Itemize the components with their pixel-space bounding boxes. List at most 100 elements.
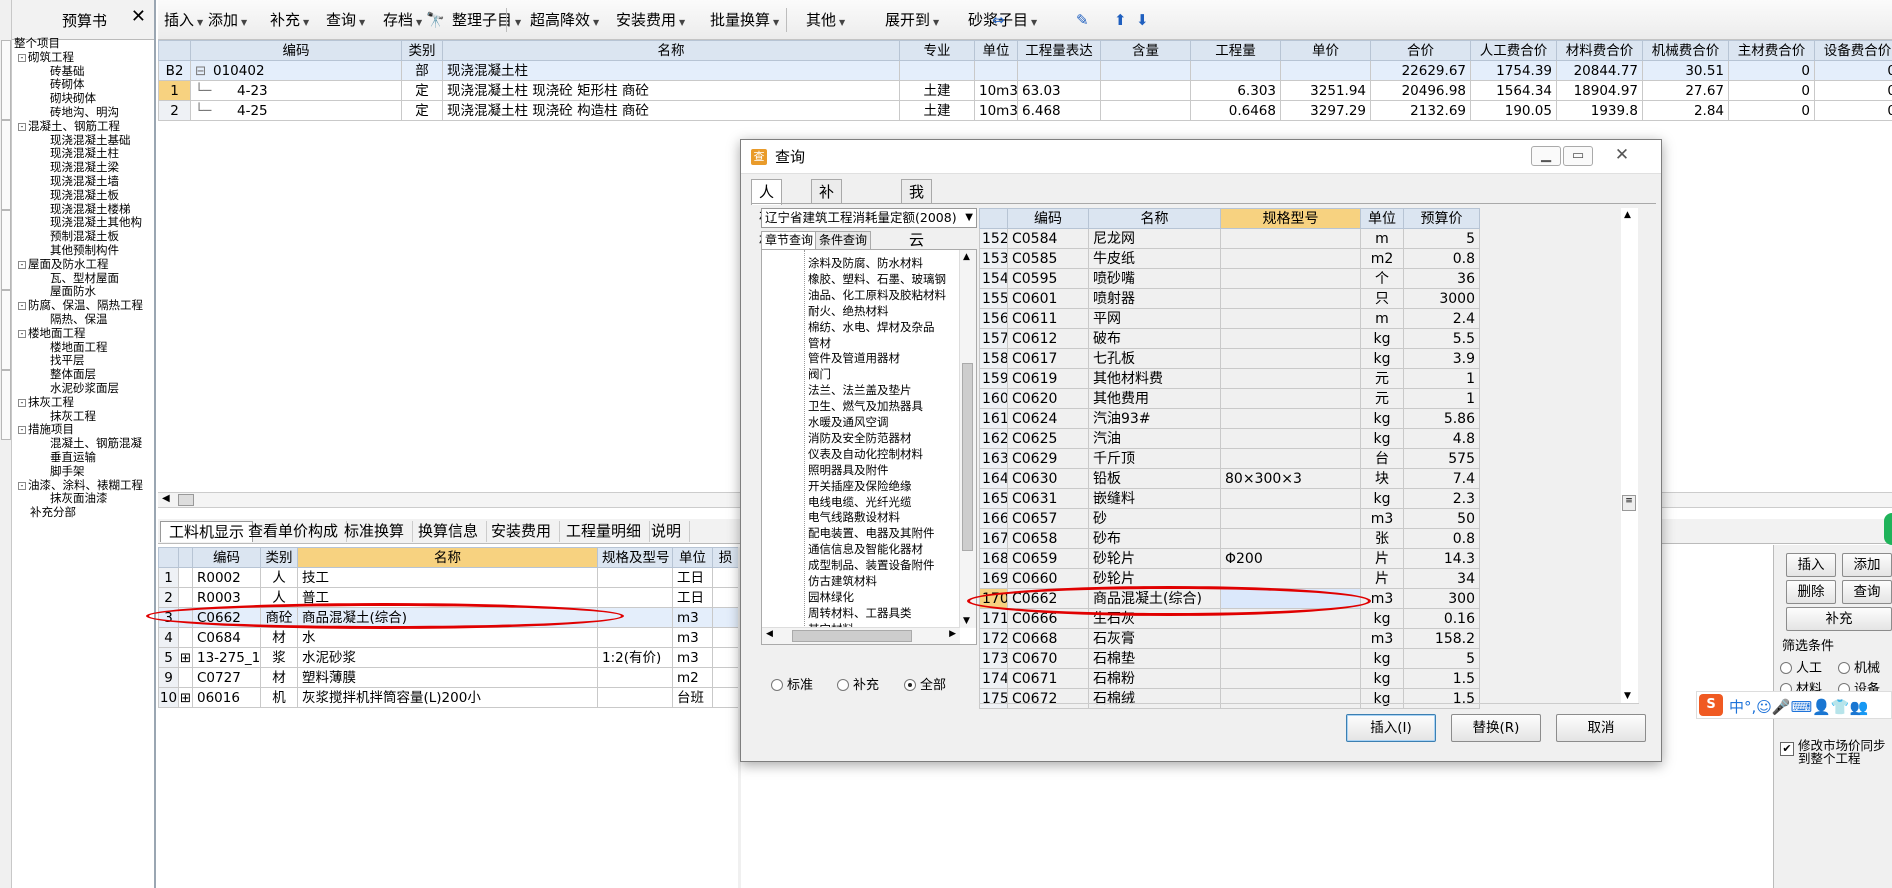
vertical-tab[interactable] bbox=[1, 370, 11, 440]
table-cell[interactable]: 土建 bbox=[899, 80, 975, 101]
cell-unit[interactable]: 片 bbox=[1360, 548, 1404, 569]
cell-name[interactable]: 喷砂嘴 bbox=[1088, 268, 1221, 289]
toolbar-button[interactable]: 插入 ▼ bbox=[164, 10, 203, 30]
cell-spec[interactable] bbox=[597, 627, 673, 648]
tree-node[interactable]: 瓦、型材屋面 bbox=[50, 271, 119, 285]
cell-spec[interactable] bbox=[1220, 488, 1361, 509]
table-row[interactable]: 164 C0630 铅板 80×300×3 块 7.4 bbox=[979, 468, 1480, 489]
chapter-item[interactable]: 橡胶、塑料、石墨、玻璃钢 bbox=[808, 272, 946, 286]
table-row[interactable]: 2 └─ 4-25 定 现浇混凝土柱 现浇砼 构造柱 商砼 土建 10m3 6.468 0.64… bbox=[158, 100, 1892, 121]
cell-unit[interactable]: m3 bbox=[672, 647, 713, 668]
cell-unit[interactable]: kg bbox=[1360, 608, 1404, 629]
vertical-tab[interactable] bbox=[1, 290, 11, 370]
table-row[interactable]: 162 C0625 汽油 kg 4.8 bbox=[979, 428, 1480, 449]
cell-unit[interactable]: kg bbox=[1360, 328, 1404, 349]
binoculars-icon[interactable]: 🔭 bbox=[426, 10, 445, 30]
row-number[interactable]: 1 bbox=[158, 80, 191, 101]
insert-dialog-button[interactable]: 插入(I) bbox=[1346, 714, 1436, 742]
tree-node[interactable]: 现浇混凝土楼梯 bbox=[50, 202, 131, 216]
cell-name[interactable]: 铅板 bbox=[1088, 468, 1221, 489]
cell-code[interactable]: C0684 bbox=[192, 627, 261, 648]
collapse-icon[interactable]: - bbox=[18, 53, 26, 62]
table-cell[interactable] bbox=[712, 667, 739, 688]
tree-node[interactable]: - 楼地面工程 bbox=[18, 326, 86, 340]
cell-unit[interactable]: kg bbox=[1360, 408, 1404, 429]
row-number[interactable]: 10 bbox=[158, 687, 179, 708]
cell-unit[interactable]: kg bbox=[1360, 648, 1404, 669]
side-float-tab[interactable] bbox=[1884, 513, 1892, 545]
cell-spec[interactable] bbox=[1220, 228, 1361, 249]
cell-unit[interactable]: m2 bbox=[672, 667, 713, 688]
table-cell[interactable] bbox=[712, 647, 739, 668]
chevron-down-icon[interactable]: ▼ bbox=[933, 18, 939, 27]
column-header[interactable]: 材料费合价 bbox=[1556, 40, 1643, 61]
table-cell[interactable] bbox=[1280, 60, 1371, 81]
cell-code[interactable]: C0620 bbox=[1007, 388, 1089, 409]
tree-node[interactable]: 混凝土、钢筋混凝 bbox=[50, 436, 142, 450]
cell-spec[interactable] bbox=[1220, 428, 1361, 449]
table-row[interactable]: 153 C0585 牛皮纸 m2 0.8 bbox=[979, 248, 1480, 269]
cell-name[interactable]: 牛皮纸 bbox=[1088, 248, 1221, 269]
cell-price[interactable]: 5.5 bbox=[1403, 328, 1480, 349]
table-row[interactable]: 154 C0595 喷砂嘴 个 36 bbox=[979, 268, 1480, 289]
cell-code[interactable]: C0631 bbox=[1007, 488, 1089, 509]
toolbar-button[interactable]: 其他 ▼ bbox=[806, 10, 845, 30]
tree-node[interactable]: 现浇混凝土柱 bbox=[50, 146, 119, 160]
row-number[interactable]: 160 bbox=[979, 388, 1008, 409]
toolbar-button[interactable]: 批量换算 ▼ bbox=[710, 10, 779, 30]
table-cell[interactable] bbox=[899, 60, 975, 81]
row-number[interactable]: 5 bbox=[158, 647, 179, 668]
replace-button[interactable]: 替换(R) bbox=[1451, 714, 1541, 742]
table-cell[interactable]: └─ 4-25 bbox=[190, 100, 402, 121]
table-row[interactable]: B2 ⊟ 010402 部 现浇混凝土柱 22629.67 1754.39 20844.77 3… bbox=[158, 60, 1892, 81]
cell-spec[interactable] bbox=[1220, 308, 1361, 329]
tree-node[interactable]: 现浇混凝土梁 bbox=[50, 160, 119, 174]
cell-type[interactable]: 浆 bbox=[260, 647, 298, 668]
delete-button[interactable]: 删除 bbox=[1786, 580, 1836, 604]
table-row[interactable]: 167 C0658 砂布 张 0.8 bbox=[979, 528, 1480, 549]
tree-node[interactable]: - 砌筑工程 bbox=[18, 50, 74, 64]
toolbar-button[interactable]: 展开到 ▼ bbox=[885, 10, 939, 30]
table-cell[interactable]: 22629.67 bbox=[1370, 60, 1471, 81]
table-cell[interactable] bbox=[712, 567, 739, 588]
table-cell[interactable]: 6.303 bbox=[1190, 80, 1281, 101]
cell-code[interactable]: R0002 bbox=[192, 567, 261, 588]
table-cell[interactable]: 27.67 bbox=[1642, 80, 1729, 101]
cell-type[interactable]: 材 bbox=[260, 667, 298, 688]
cell-name[interactable]: 平网 bbox=[1088, 308, 1221, 329]
table-cell[interactable]: 63.03 bbox=[1017, 80, 1101, 101]
cell-unit[interactable]: 片 bbox=[1360, 568, 1404, 589]
tab-4[interactable]: 安装费用 bbox=[483, 521, 561, 542]
row-number[interactable]: 154 bbox=[979, 268, 1008, 289]
cell-spec[interactable] bbox=[597, 687, 673, 708]
table-row[interactable]: 172 C0668 石灰膏 m3 158.2 bbox=[979, 628, 1480, 649]
row-number[interactable]: 156 bbox=[979, 308, 1008, 329]
column-header[interactable]: 工程量表达 bbox=[1017, 40, 1101, 61]
chapter-item[interactable]: 园林绿化 bbox=[808, 590, 854, 604]
tree-node[interactable]: 垂直运输 bbox=[50, 450, 96, 464]
radio-machine[interactable]: 机械 bbox=[1838, 657, 1880, 676]
cell-unit[interactable]: m bbox=[1360, 308, 1404, 329]
collapse-icon[interactable]: - bbox=[18, 398, 26, 407]
row-number[interactable]: 161 bbox=[979, 408, 1008, 429]
table-row[interactable]: 175 C0672 石棉绒 kg 1.5 bbox=[979, 688, 1480, 709]
cell-price[interactable]: 3000 bbox=[1403, 288, 1480, 309]
column-header[interactable]: 主材费合价 bbox=[1728, 40, 1815, 61]
cell-unit[interactable]: 台 bbox=[1360, 448, 1404, 469]
tab-2[interactable]: 标准换算 bbox=[336, 521, 414, 542]
table-cell[interactable] bbox=[712, 607, 739, 628]
chevron-down-icon[interactable]: ▼ bbox=[679, 18, 685, 27]
cell-price[interactable]: 1 bbox=[1403, 368, 1480, 389]
collapse-icon[interactable]: - bbox=[18, 260, 26, 269]
toolbar-button[interactable]: 添加 ▼ bbox=[208, 10, 247, 30]
table-row[interactable]: 155 C0601 喷射器 只 3000 bbox=[979, 288, 1480, 309]
cell-unit[interactable]: 工日 bbox=[672, 587, 713, 608]
tab-1[interactable]: 查看单价构成 bbox=[240, 521, 348, 542]
tree-node[interactable]: 其他预制构件 bbox=[50, 243, 119, 257]
sync-checkbox[interactable]: ✔ bbox=[1780, 742, 1794, 756]
row-number[interactable]: 163 bbox=[979, 448, 1008, 469]
column-header[interactable]: 单价 bbox=[1280, 40, 1371, 61]
cell-unit[interactable]: m3 bbox=[672, 627, 713, 648]
cell-code[interactable]: C0659 bbox=[1007, 548, 1089, 569]
tree-node[interactable]: - 防腐、保温、隔热工程 bbox=[18, 298, 143, 312]
